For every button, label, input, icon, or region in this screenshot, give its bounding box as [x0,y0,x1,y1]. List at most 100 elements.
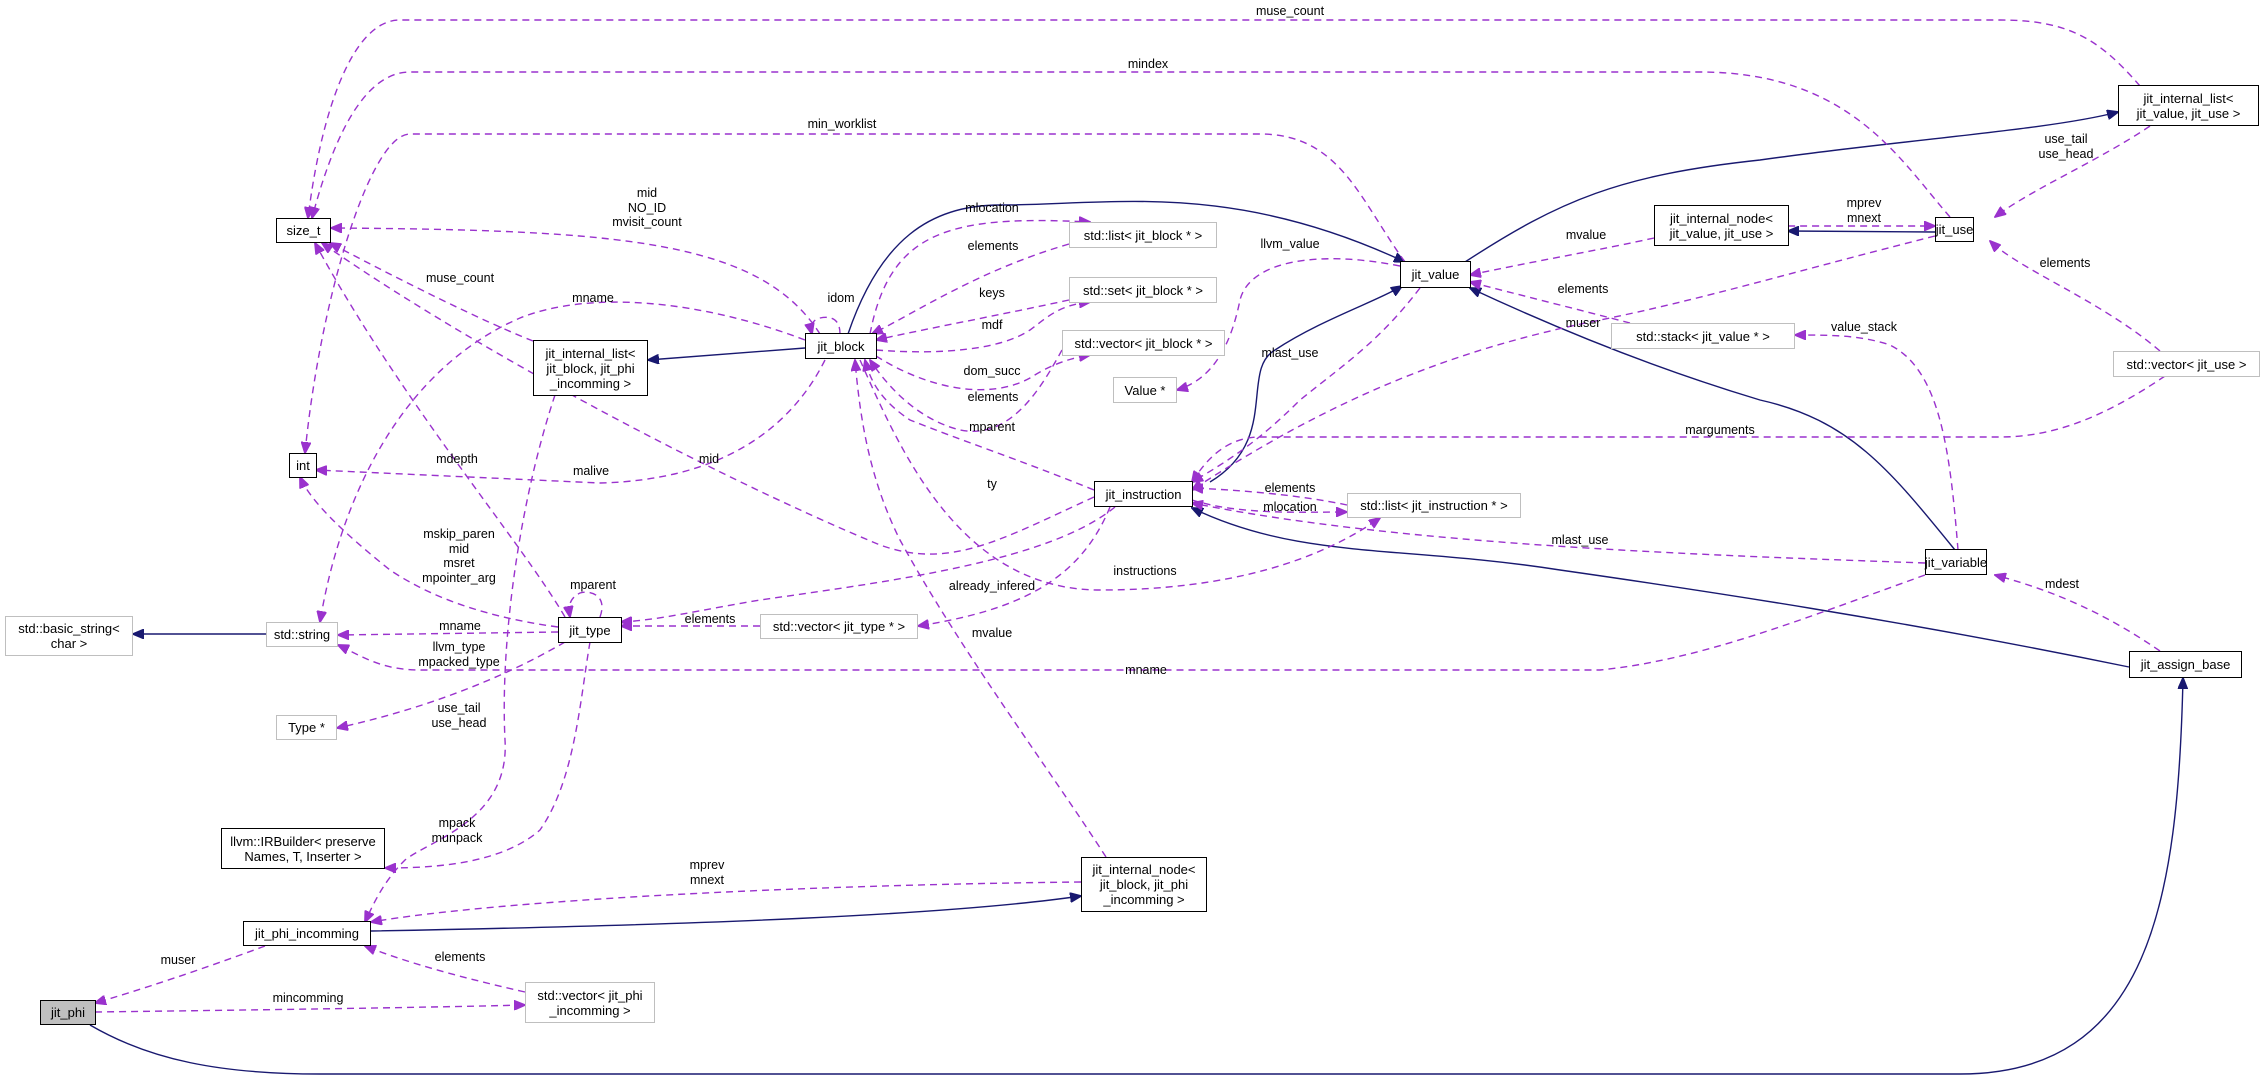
label-marguments: marguments [1685,423,1755,437]
label-elements-list-instr: elements [1264,481,1316,495]
label-type-int: mskip_paren mid msret mpointer_arg [422,527,496,585]
label-elements-vector-use: elements [2039,256,2091,270]
node-std-list-jit-instruction[interactable]: std::list< jit_instruction * > [1347,493,1521,518]
label-elements-vector-phi: elements [434,950,486,964]
label-dom-succ: dom_succ [963,364,1021,378]
edge-list-muse-count [330,243,534,342]
label-mincomming: mincomming [272,991,344,1005]
label-instructions: instructions [1113,564,1177,578]
edge-mprev-mnext-phi [371,881,1082,922]
label-block-size-t: mid NO_ID mvisit_count [612,186,682,229]
label-mparent-type: mparent [570,578,616,592]
edge-muse-count-top [308,19,2141,218]
node-std-vector-jit-phi-incomming[interactable]: std::vector< jit_phi _incomming > [525,982,655,1023]
node-std-set-jit-block[interactable]: std::set< jit_block * > [1069,277,1217,303]
edge-jit-block-to-internal-list [648,347,806,360]
label-mname-block: mname [572,291,614,305]
node-jit-type[interactable]: jit_type [558,617,622,643]
edge-mparent-type [569,591,603,617]
node-jit-instruction[interactable]: jit_instruction [1094,481,1193,507]
label-mvalue-phi: mvalue [971,626,1013,640]
label-mlocation-instr: mlocation [1263,500,1317,514]
label-ty: ty [987,477,997,491]
node-jit-value[interactable]: jit_value [1400,261,1471,288]
node-std-string[interactable]: std::string [266,622,338,647]
label-llvm-value: llvm_value [1260,237,1320,251]
edge-elements-vector-block [870,349,1063,432]
label-elements-vector-type: elements [684,612,736,626]
label-mparent-instr: mparent [969,420,1015,434]
label-mid-instr: mid [698,452,720,466]
label-mprev-mnext-use: mprev mnext [1846,196,1882,225]
label-mprev-mnext-phi: mprev mnext [689,858,725,887]
node-llvm-irbuilder[interactable]: llvm::IRBuilder< preserve Names, T, Inse… [221,828,385,869]
edge-ty [621,506,1116,622]
node-jit-block[interactable]: jit_block [805,333,877,359]
node-std-list-jit-block[interactable]: std::list< jit_block * > [1069,222,1217,248]
node-std-vector-jit-type[interactable]: std::vector< jit_type * > [760,614,918,639]
edge-mindex [312,71,1951,218]
label-use-tail-head-top: use_tail use_head [2038,132,2094,161]
label-min-worklist: min_worklist [807,117,877,131]
label-muser-phi: muser [160,953,196,967]
label-mname-var: mname [1125,663,1167,677]
label-keys: keys [979,286,1005,300]
node-value-ptr[interactable]: Value * [1113,377,1177,403]
label-muser-use: muser [1565,316,1601,330]
node-int[interactable]: int [289,453,317,478]
node-jit-phi[interactable]: jit_phi [40,1000,96,1025]
edge-already-infered [918,506,1111,626]
label-value-stack: value_stack [1830,320,1898,334]
label-mdf: mdf [981,318,1003,332]
label-elements-vector-block: elements [967,390,1019,404]
label-muse-count-top: muse_count [1255,4,1325,18]
edge-idom [811,316,841,334]
collaboration-graph-edges [89,19,2264,1075]
edge-jit-value-to-internal-list-value [1464,112,2118,263]
node-jit-internal-list-block[interactable]: jit_internal_list< jit_block, jit_phi _i… [533,340,648,396]
node-std-vector-jit-use[interactable]: std::vector< jit_use > [2113,351,2260,377]
node-jit-assign-base[interactable]: jit_assign_base [2129,651,2242,678]
edge-block-size-t [331,228,821,335]
edge-jit-phi-incomming-to-internal-node-block [370,896,1081,932]
node-jit-use[interactable]: jit_use [1935,217,1974,242]
label-use-tail-head-phi: use_tail use_head [431,701,487,730]
label-already-infered: already_infered [948,579,1036,593]
label-mname-type: mname [439,619,481,633]
node-type-ptr[interactable]: Type * [276,715,337,740]
node-std-vector-jit-block[interactable]: std::vector< jit_block * > [1062,330,1225,356]
label-mlocation-block: mlocation [965,201,1019,215]
label-mvalue-node: mvalue [1565,228,1607,242]
edge-muser-use [1192,235,1936,490]
node-std-basic-string[interactable]: std::basic_string< char > [5,616,133,656]
edge-marguments [1192,375,2166,482]
edge-keys [876,299,1070,340]
edge-mpack [385,641,591,868]
node-jit-internal-list-value[interactable]: jit_internal_list< jit_value, jit_use > [2118,85,2259,126]
edge-value-stack [1795,335,1959,551]
edge-mincomming [94,1005,525,1013]
label-idom: idom [827,291,855,305]
node-jit-variable[interactable]: jit_variable [1925,549,1987,575]
label-elements-stack: elements [1557,282,1609,296]
label-mdepth: mdepth [436,452,478,466]
label-elements-list-block: elements [967,239,1019,253]
node-jit-internal-node-value[interactable]: jit_internal_node< jit_value, jit_use > [1654,205,1789,246]
label-mpack: mpack munpack [431,816,483,845]
node-size-t[interactable]: size_t [276,218,331,243]
label-mlast-use-value: mlast_use [1261,346,1319,360]
node-jit-phi-incomming[interactable]: jit_phi_incomming [243,921,371,946]
node-std-stack-jit-value[interactable]: std::stack< jit_value * > [1611,323,1795,349]
label-mindex: mindex [1127,57,1169,71]
label-malive: malive [572,464,610,478]
edge-mvalue-phi [855,360,1107,858]
label-llvm-type: llvm_type mpacked_type [418,640,500,669]
label-muse-count-list: muse_count [425,271,495,285]
edge-mvalue-node [1470,237,1655,275]
node-jit-internal-node-block[interactable]: jit_internal_node< jit_block, jit_phi _i… [1081,857,1207,912]
label-mlast-use-var: mlast_use [1551,533,1609,547]
edge-min-worklist [305,133,1406,453]
label-mdest: mdest [2044,577,2080,591]
edge-jit-use-to-internal-node-value [1788,231,1936,232]
edge-jit-assign-base-to-jit-instruction [1192,508,2130,668]
